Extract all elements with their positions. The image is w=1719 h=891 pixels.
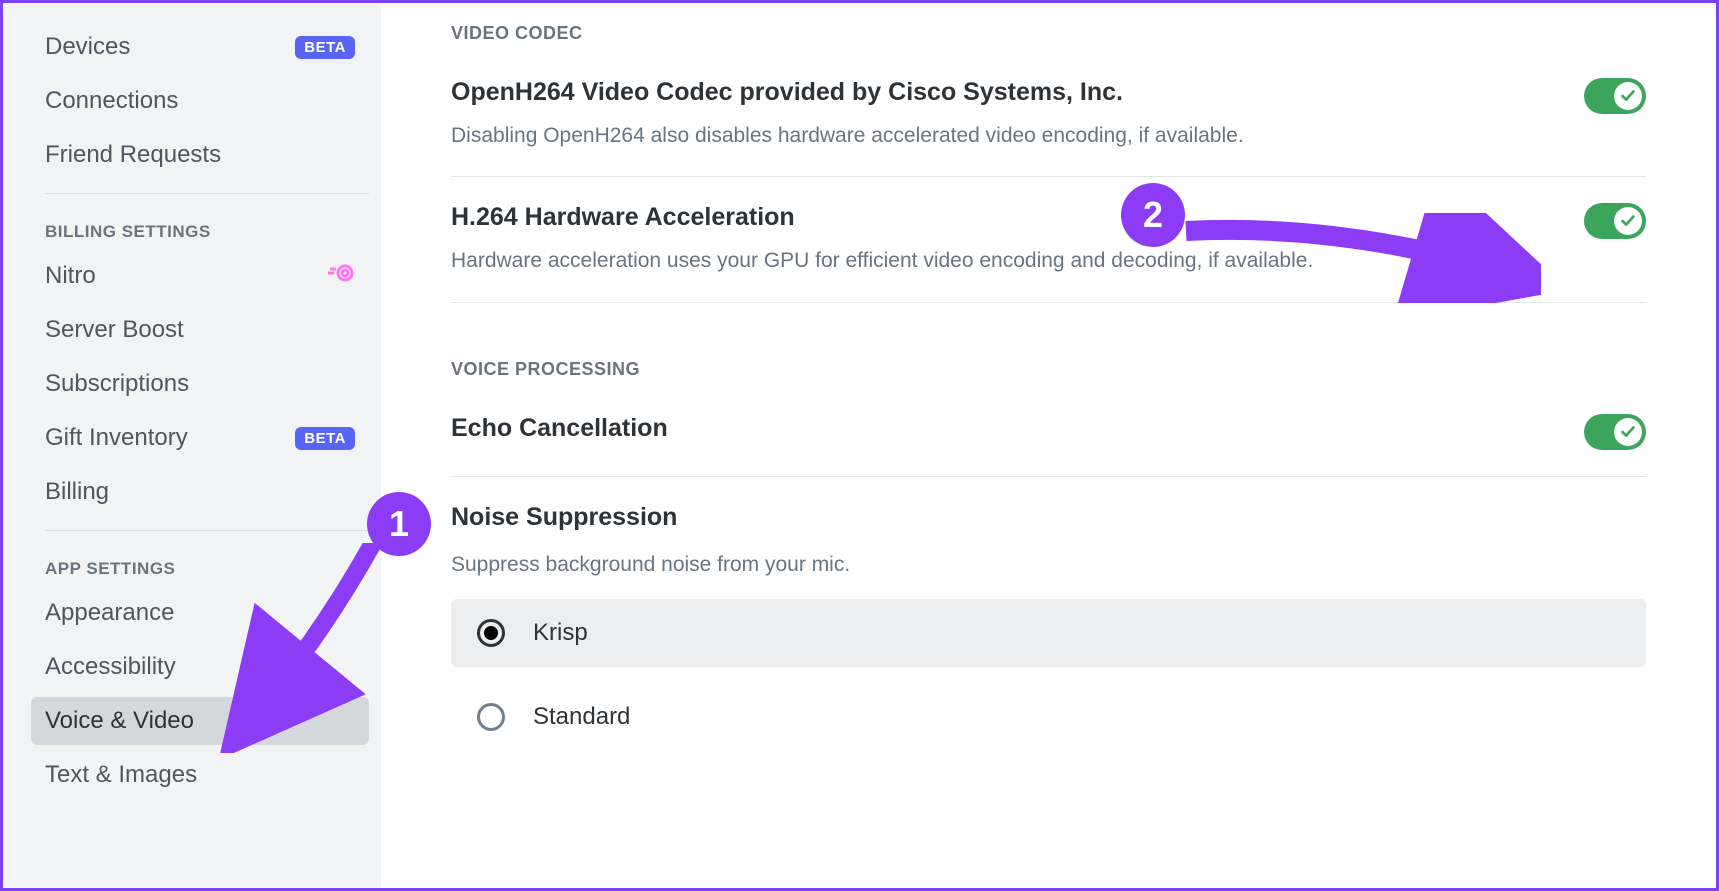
sidebar-item-label: Voice & Video — [45, 707, 194, 735]
sidebar-item-label: Subscriptions — [45, 370, 189, 398]
sidebar-item-label: Gift Inventory — [45, 424, 188, 452]
sidebar-item-label: Billing — [45, 478, 109, 506]
sidebar-item-label: Appearance — [45, 599, 174, 627]
openh264-description: Disabling OpenH264 also disables hardwar… — [451, 121, 1564, 150]
divider — [45, 530, 369, 531]
annotation-badge-1: 1 — [367, 492, 431, 556]
radio-unselected-icon — [477, 703, 505, 731]
voice-processing-header: VOICE PROCESSING — [451, 359, 1646, 380]
noise-suppression-krisp-option[interactable]: Krisp — [451, 599, 1646, 667]
settings-sidebar: Devices BETA Connections Friend Requests… — [3, 3, 381, 888]
billing-settings-header: BILLING SETTINGS — [45, 198, 369, 252]
openh264-toggle[interactable] — [1584, 78, 1646, 114]
nitro-icon — [327, 263, 355, 289]
echo-cancellation-setting: Echo Cancellation — [451, 414, 1646, 477]
annotation-arrow-2 — [1181, 213, 1541, 303]
sidebar-item-server-boost[interactable]: Server Boost — [31, 306, 369, 354]
sidebar-item-label: Friend Requests — [45, 141, 221, 169]
setting-text: OpenH264 Video Codec provided by Cisco S… — [451, 78, 1564, 150]
beta-badge: BETA — [295, 36, 355, 59]
divider — [45, 193, 369, 194]
noise-suppression-description: Suppress background noise from your mic. — [451, 550, 1646, 579]
check-icon — [1614, 82, 1642, 110]
sidebar-item-devices[interactable]: Devices BETA — [31, 23, 369, 71]
setting-text: Noise Suppression Suppress background no… — [451, 503, 1646, 579]
sidebar-item-label: Accessibility — [45, 653, 176, 681]
sidebar-item-label: Server Boost — [45, 316, 184, 344]
echo-cancellation-title: Echo Cancellation — [451, 414, 1564, 443]
sidebar-item-nitro[interactable]: Nitro — [31, 252, 369, 300]
h264-toggle[interactable] — [1584, 203, 1646, 239]
check-icon — [1614, 418, 1642, 446]
sidebar-item-label: Connections — [45, 87, 178, 115]
sidebar-item-label: Devices — [45, 33, 130, 61]
echo-cancellation-toggle[interactable] — [1584, 414, 1646, 450]
radio-label: Standard — [533, 703, 630, 731]
sidebar-item-text-images[interactable]: Text & Images — [31, 751, 369, 799]
noise-suppression-standard-option[interactable]: Standard — [451, 683, 1646, 751]
sidebar-item-label: Nitro — [45, 262, 96, 290]
annotation-arrow-1 — [213, 543, 413, 753]
radio-selected-icon — [477, 619, 505, 647]
video-codec-header: VIDEO CODEC — [451, 23, 1646, 44]
sidebar-item-label: Text & Images — [45, 761, 197, 789]
radio-label: Krisp — [533, 619, 588, 647]
beta-badge: BETA — [295, 427, 355, 450]
settings-main-panel: VIDEO CODEC OpenH264 Video Codec provide… — [381, 3, 1716, 888]
check-icon — [1614, 207, 1642, 235]
sidebar-item-gift-inventory[interactable]: Gift Inventory BETA — [31, 414, 369, 462]
sidebar-item-billing[interactable]: Billing — [31, 468, 369, 516]
annotation-badge-2: 2 — [1121, 183, 1185, 247]
openh264-setting: OpenH264 Video Codec provided by Cisco S… — [451, 78, 1646, 177]
sidebar-item-subscriptions[interactable]: Subscriptions — [31, 360, 369, 408]
noise-suppression-setting: Noise Suppression Suppress background no… — [451, 503, 1646, 589]
setting-text: Echo Cancellation — [451, 414, 1564, 443]
noise-suppression-title: Noise Suppression — [451, 503, 1646, 532]
openh264-title: OpenH264 Video Codec provided by Cisco S… — [451, 78, 1564, 107]
sidebar-item-connections[interactable]: Connections — [31, 77, 369, 125]
sidebar-item-friend-requests[interactable]: Friend Requests — [31, 131, 369, 179]
